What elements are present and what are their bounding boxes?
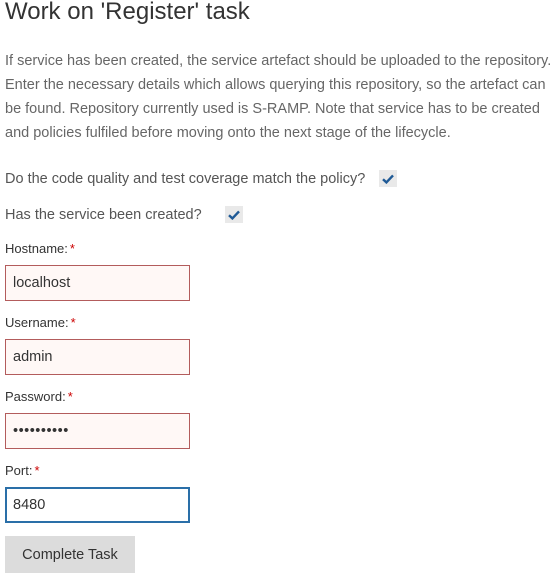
hostname-input[interactable] bbox=[5, 265, 190, 301]
required-marker: * bbox=[67, 389, 73, 404]
required-marker: * bbox=[34, 463, 40, 478]
service-created-question-row: Has the service been created? bbox=[5, 204, 202, 226]
username-label: Username: * bbox=[5, 315, 76, 330]
required-marker: * bbox=[69, 241, 75, 256]
task-description: If service has been created, the service… bbox=[5, 53, 552, 141]
required-marker: * bbox=[70, 315, 76, 330]
code-quality-checkbox[interactable] bbox=[379, 170, 397, 187]
port-label: Port: * bbox=[5, 463, 40, 478]
service-created-checkbox[interactable] bbox=[225, 206, 243, 223]
username-label-text: Username: bbox=[5, 315, 69, 330]
code-quality-question-row: Do the code quality and test coverage ma… bbox=[5, 168, 365, 190]
port-label-text: Port: bbox=[5, 463, 33, 478]
page-title: Work on 'Register' task bbox=[5, 0, 250, 25]
checkmark-icon bbox=[228, 210, 240, 220]
hostname-label-text: Hostname: bbox=[5, 241, 68, 256]
code-quality-question-label: Do the code quality and test coverage ma… bbox=[5, 171, 366, 187]
hostname-label: Hostname: * bbox=[5, 241, 75, 256]
complete-task-button[interactable]: Complete Task bbox=[5, 536, 135, 573]
password-input[interactable] bbox=[5, 413, 190, 449]
service-created-question-label: Has the service been created? bbox=[5, 207, 202, 223]
checkmark-icon bbox=[382, 174, 394, 184]
password-label: Password: * bbox=[5, 389, 73, 404]
username-input[interactable] bbox=[5, 339, 190, 375]
password-label-text: Password: bbox=[5, 389, 66, 404]
port-input[interactable] bbox=[5, 487, 190, 523]
